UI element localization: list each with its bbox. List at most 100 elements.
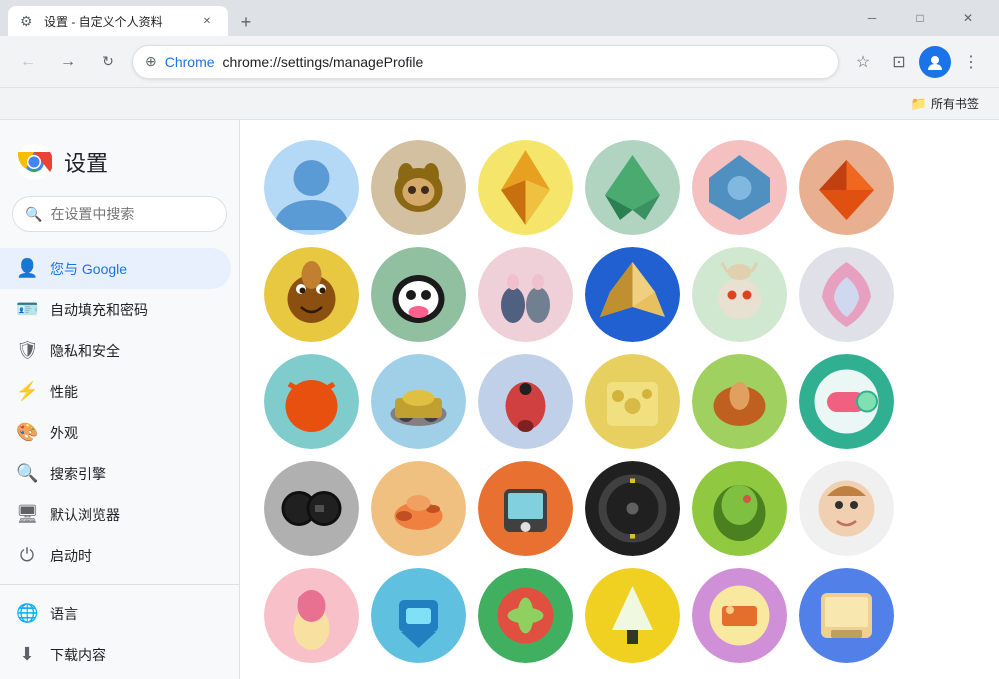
sidebar-item-language[interactable]: 🌐 语言 <box>0 593 231 634</box>
refresh-button[interactable]: ↻ <box>92 46 124 78</box>
sidebar-divider <box>0 584 239 585</box>
profile-button[interactable] <box>919 46 951 78</box>
folder-icon: 📁 <box>911 96 927 112</box>
tab-favicon: ⚙ <box>20 13 36 29</box>
tab-title: 设置 - 自定义个人资料 <box>44 13 190 30</box>
sidebar-item-startup[interactable]: ⏻ 启动时 <box>0 535 231 576</box>
sidebar-label-download: 下载内容 <box>50 645 106 665</box>
avatar-grid <box>240 120 918 679</box>
sidebar-label-appearance: 外观 <box>50 423 78 443</box>
search-box[interactable]: 🔍 <box>12 196 227 232</box>
sidebar-label-startup: 启动时 <box>50 546 92 566</box>
avatar-27[interactable] <box>478 568 573 663</box>
avatar-25[interactable] <box>264 568 359 663</box>
avatar-14[interactable] <box>371 354 466 449</box>
sidebar-item-autofill[interactable]: 🪪 自动填充和密码 <box>0 289 231 330</box>
avatar-10[interactable] <box>585 247 680 342</box>
back-button[interactable]: ← <box>12 46 44 78</box>
bookmarks-label: 所有书签 <box>931 95 979 112</box>
avatar-18[interactable] <box>799 354 894 449</box>
sidebar-item-browser[interactable]: 🖥 默认浏览器 <box>0 494 231 535</box>
performance-icon: ⚡ <box>16 381 38 402</box>
sidebar-label-autofill: 自动填充和密码 <box>50 300 148 320</box>
sidebar-label-browser: 默认浏览器 <box>50 505 120 525</box>
avatar-23[interactable] <box>692 461 787 556</box>
avatar-15[interactable] <box>478 354 573 449</box>
avatar-2[interactable] <box>371 140 466 235</box>
avatar-7[interactable] <box>264 247 359 342</box>
sidebar-label-performance: 性能 <box>50 382 78 402</box>
address-bar-lock-icon: ⊕ <box>145 53 157 70</box>
tab-close-button[interactable]: ✕ <box>198 12 216 30</box>
avatar-3[interactable] <box>478 140 573 235</box>
avatar-22[interactable] <box>585 461 680 556</box>
window-controls: ─ □ ✕ <box>849 0 991 36</box>
language-icon: 🌐 <box>16 603 38 624</box>
close-button[interactable]: ✕ <box>945 0 991 36</box>
split-screen-button[interactable]: ⊡ <box>883 46 915 78</box>
settings-header: 设置 <box>0 128 239 188</box>
avatar-26[interactable] <box>371 568 466 663</box>
minimize-button[interactable]: ─ <box>849 0 895 36</box>
bookmarks-all[interactable]: 📁 所有书签 <box>903 91 987 116</box>
avatar-12[interactable] <box>799 247 894 342</box>
search-input[interactable] <box>50 206 231 222</box>
sidebar-item-accessibility[interactable]: ♿ 无障碍 <box>0 675 231 679</box>
avatar-13[interactable] <box>264 354 359 449</box>
person-icon: 👤 <box>16 258 38 279</box>
main-content: 设置 🔍 👤 您与 Google 🪪 自动填充和密码 🛡 隐私和安全 <box>0 120 999 679</box>
address-bar[interactable]: ⊕ Chrome chrome://settings/manageProfile <box>132 45 839 79</box>
search-nav-icon: 🔍 <box>16 463 38 484</box>
shield-icon: 🛡 <box>16 340 38 361</box>
avatar-8[interactable] <box>371 247 466 342</box>
avatar-17[interactable] <box>692 354 787 449</box>
address-bar-brand: Chrome <box>165 54 215 70</box>
avatar-21[interactable] <box>478 461 573 556</box>
forward-button[interactable]: → <box>52 46 84 78</box>
avatar-20[interactable] <box>371 461 466 556</box>
sidebar-item-appearance[interactable]: 🎨 外观 <box>0 412 231 453</box>
sidebar-label-search: 搜索引擎 <box>50 464 106 484</box>
sidebar-label-privacy: 隐私和安全 <box>50 341 120 361</box>
maximize-button[interactable]: □ <box>897 0 943 36</box>
avatar-19[interactable] <box>264 461 359 556</box>
avatar-16[interactable] <box>585 354 680 449</box>
sidebar-item-privacy[interactable]: 🛡 隐私和安全 <box>0 330 231 371</box>
active-tab[interactable]: ⚙ 设置 - 自定义个人资料 ✕ <box>8 6 228 36</box>
avatar-28[interactable] <box>585 568 680 663</box>
bookmark-button[interactable]: ☆ <box>847 46 879 78</box>
sidebar-item-performance[interactable]: ⚡ 性能 <box>0 371 231 412</box>
settings-title: 设置 <box>64 146 108 178</box>
new-tab-button[interactable]: + <box>232 8 260 36</box>
toolbar-right: ☆ ⊡ ⋮ <box>847 46 987 78</box>
sidebar-label-language: 语言 <box>50 604 78 624</box>
avatar-1[interactable] <box>264 140 359 235</box>
sidebar-label-google: 您与 Google <box>50 259 127 279</box>
avatar-11[interactable] <box>692 247 787 342</box>
menu-button[interactable]: ⋮ <box>955 46 987 78</box>
toolbar: ← → ↻ ⊕ Chrome chrome://settings/manageP… <box>0 36 999 88</box>
sidebar-item-download[interactable]: ⬇ 下载内容 <box>0 634 231 675</box>
avatar-9[interactable] <box>478 247 573 342</box>
palette-icon: 🎨 <box>16 422 38 443</box>
avatar-5[interactable] <box>692 140 787 235</box>
page-content <box>240 120 918 679</box>
bookmarks-bar: 📁 所有书签 <box>0 88 999 120</box>
tab-bar: ⚙ 设置 - 自定义个人资料 ✕ + <box>8 0 849 36</box>
power-icon: ⏻ <box>16 545 38 566</box>
sidebar-item-search[interactable]: 🔍 搜索引擎 <box>0 453 231 494</box>
avatar-30[interactable] <box>799 568 894 663</box>
avatar-24[interactable] <box>799 461 894 556</box>
avatar-29[interactable] <box>692 568 787 663</box>
avatar-6[interactable] <box>799 140 894 235</box>
browser-icon: 🖥 <box>16 504 38 525</box>
address-bar-url: chrome://settings/manageProfile <box>223 54 424 70</box>
title-bar: ⚙ 设置 - 自定义个人资料 ✕ + ─ □ ✕ <box>0 0 999 36</box>
sidebar: 设置 🔍 👤 您与 Google 🪪 自动填充和密码 🛡 隐私和安全 <box>0 120 240 679</box>
sidebar-item-google[interactable]: 👤 您与 Google <box>0 248 231 289</box>
window-frame: ⚙ 设置 - 自定义个人资料 ✕ + ─ □ ✕ ← → ↻ ⊕ Chrome … <box>0 0 999 679</box>
download-icon: ⬇ <box>16 644 38 665</box>
avatar-4[interactable] <box>585 140 680 235</box>
chrome-logo <box>16 144 52 180</box>
search-icon: 🔍 <box>25 206 42 223</box>
